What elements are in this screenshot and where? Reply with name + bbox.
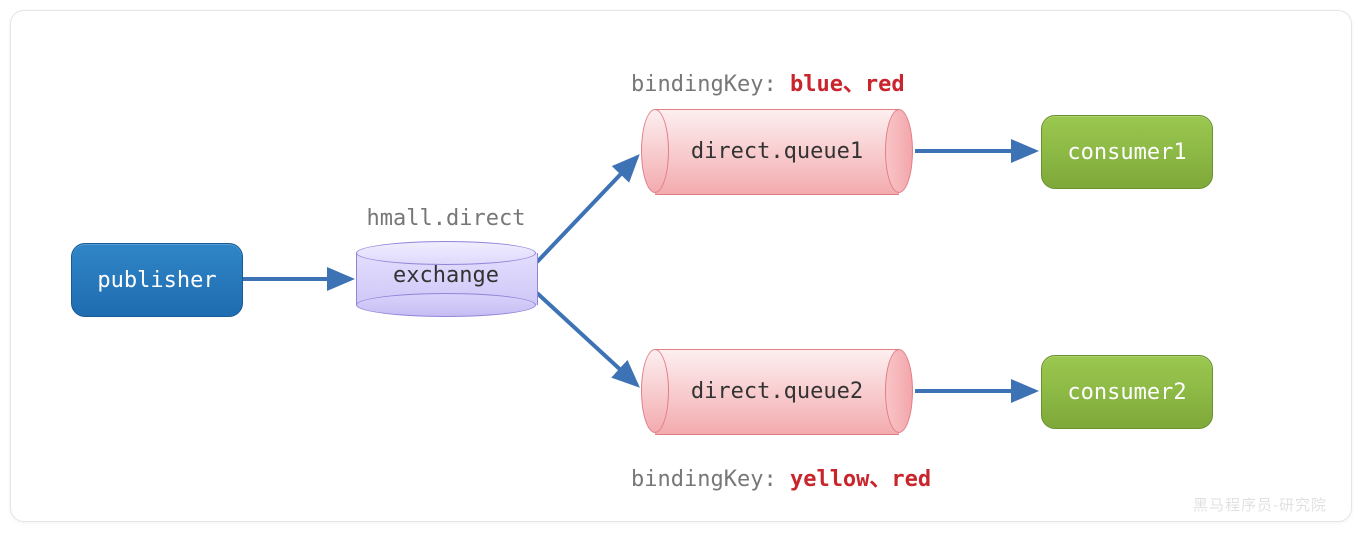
queue2-node: direct.queue2 (641, 349, 913, 433)
exchange-cylinder-bottom (356, 293, 536, 317)
publisher-label: publisher (97, 268, 216, 293)
binding-key-values-1: blue、red (790, 72, 905, 97)
exchange-node: exchange (356, 241, 536, 305)
consumer1-label: consumer1 (1067, 140, 1186, 165)
consumer1-node: consumer1 (1041, 115, 1213, 189)
diagram-frame: publisher hmall.direct exchange bindingK… (10, 10, 1352, 522)
arrow-exchange-queue2 (537, 293, 637, 385)
exchange-label: exchange (356, 263, 536, 288)
binding-key-label-2: bindingKey: (631, 467, 790, 492)
consumer2-label: consumer2 (1067, 380, 1186, 405)
queue1-node: direct.queue1 (641, 109, 913, 193)
exchange-cylinder-top (356, 241, 536, 265)
queue1-label: direct.queue1 (641, 109, 913, 193)
watermark: 黑马程序员-研究院 (1193, 494, 1327, 515)
diagram-stage: publisher hmall.direct exchange bindingK… (11, 11, 1351, 521)
queue2-label: direct.queue2 (641, 349, 913, 433)
binding-key-annotation-2: bindingKey: yellow、red (631, 461, 931, 493)
exchange-name: hmall.direct (356, 206, 536, 231)
binding-key-label-1: bindingKey: (631, 72, 790, 97)
binding-key-values-2: yellow、red (790, 467, 931, 492)
publisher-node: publisher (71, 243, 243, 317)
binding-key-annotation-1: bindingKey: blue、red (631, 66, 905, 98)
consumer2-node: consumer2 (1041, 355, 1213, 429)
arrow-exchange-queue1 (537, 157, 637, 262)
